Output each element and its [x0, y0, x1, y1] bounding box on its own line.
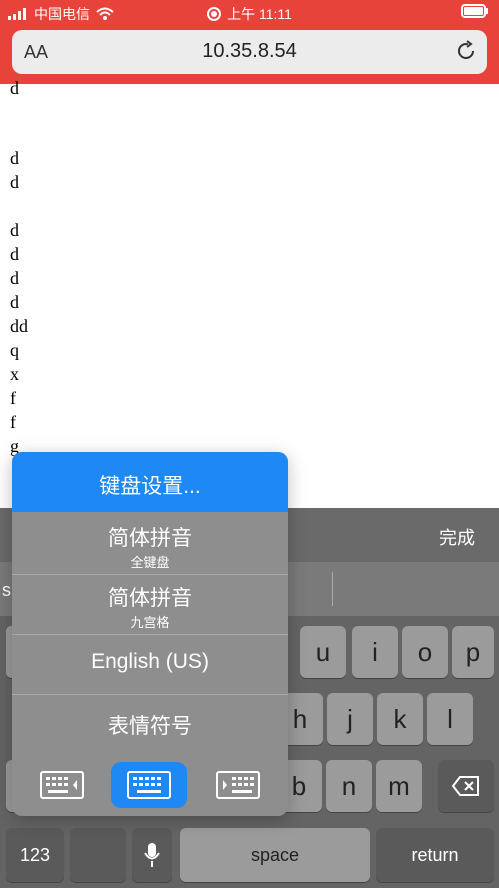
orientation-lock-icon — [207, 7, 222, 21]
option-main-label: English (US) — [91, 650, 209, 673]
text-line: f — [10, 388, 16, 408]
key-u[interactable]: u — [300, 626, 346, 678]
keyboard-settings-button[interactable]: 键盘设置... — [12, 452, 288, 512]
keyboard-icon — [127, 771, 171, 799]
globe-key[interactable] — [70, 828, 126, 882]
key-p[interactable]: p — [452, 626, 494, 678]
clock: 上午 11:11 — [227, 6, 292, 22]
keyboard-position-row — [12, 758, 288, 816]
status-right — [461, 4, 489, 21]
divider — [12, 634, 288, 635]
space-key[interactable]: space — [180, 828, 370, 882]
key-n[interactable]: n — [326, 760, 372, 812]
microphone-icon — [144, 843, 160, 867]
backspace-key[interactable] — [438, 760, 494, 812]
option-sub-label: 九宫格 — [130, 615, 170, 630]
mic-key[interactable] — [132, 828, 172, 882]
numbers-key[interactable]: 123 — [6, 828, 64, 882]
return-key[interactable]: return — [376, 828, 494, 882]
text-line: q — [10, 340, 19, 360]
keyboard-right-button[interactable] — [200, 762, 276, 808]
divider — [12, 694, 288, 695]
option-sub-label: 全键盘 — [130, 555, 170, 570]
url-text: 10.35.8.54 — [202, 40, 297, 62]
reload-icon[interactable] — [455, 40, 477, 62]
key-i[interactable]: i — [352, 626, 398, 678]
key-l[interactable]: l — [427, 693, 473, 745]
address-bar[interactable]: AA 10.35.8.54 — [12, 30, 487, 74]
option-main-label: 简体拼音 — [108, 527, 192, 550]
done-button[interactable]: 完成 — [439, 524, 475, 550]
keyboard-left-icon — [40, 771, 84, 799]
text-line: d — [10, 292, 19, 312]
keyboard-left-button[interactable] — [24, 762, 100, 808]
text-line: f — [10, 412, 16, 432]
text-line: d — [10, 148, 19, 168]
status-bar: 中国电信 上午 11:11 — [0, 0, 499, 24]
option-main-label: 简体拼音 — [108, 587, 192, 610]
browser-header: AA 10.35.8.54 — [0, 24, 499, 84]
key-o[interactable]: o — [402, 626, 448, 678]
candidate-text[interactable]: s — [2, 580, 11, 601]
text-line: dd — [10, 316, 28, 336]
text-line: d — [10, 268, 19, 288]
option-pinyin-9key[interactable]: 简体拼音 九宫格 — [12, 582, 288, 631]
option-main-label: 表情符号 — [108, 715, 192, 738]
option-english-us[interactable]: English (US) — [12, 650, 288, 674]
text-line: d — [10, 172, 19, 192]
input-method-menu: 键盘设置... 简体拼音 全键盘 简体拼音 九宫格 English (US) 表… — [12, 452, 288, 816]
text-line: d — [10, 244, 19, 264]
backspace-icon — [451, 776, 479, 796]
battery-icon — [461, 4, 488, 18]
option-pinyin-full[interactable]: 简体拼音 全键盘 — [12, 522, 288, 571]
text-line: x — [10, 364, 19, 384]
status-center: 上午 11:11 — [0, 4, 499, 24]
key-k[interactable]: k — [377, 693, 423, 745]
text-line: d — [10, 220, 19, 240]
option-emoji[interactable]: 表情符号 — [12, 710, 288, 740]
keyboard-right-icon — [216, 771, 260, 799]
keyboard-center-button[interactable] — [111, 762, 187, 808]
key-m[interactable]: m — [376, 760, 422, 812]
text-line: d — [10, 78, 19, 98]
candidate-divider — [332, 572, 333, 606]
divider — [12, 574, 288, 575]
key-j[interactable]: j — [327, 693, 373, 745]
